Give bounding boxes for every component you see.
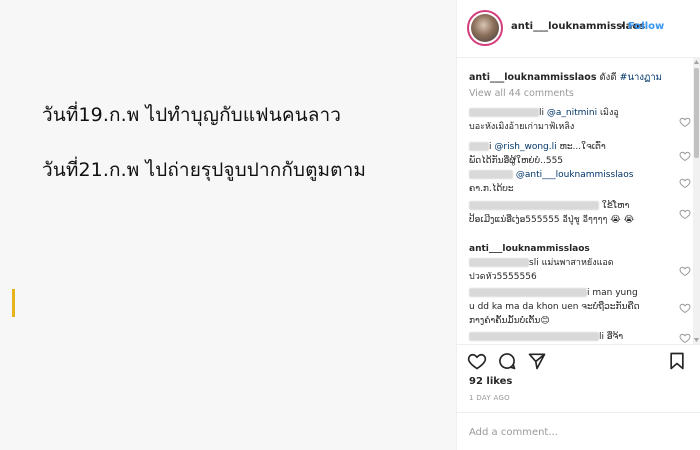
add-comment-input[interactable]: [469, 423, 669, 441]
post-text-line-1: วันที่19.ก.พ ไปทำบุญกับแฟนคนลาว: [42, 104, 341, 126]
blurred-username: [469, 170, 513, 179]
comment-text: ພັດໄດ້ກັນອີ່ຜູ້ໃຫຍ່ບໍ..555: [469, 156, 564, 166]
comment-bubble-icon[interactable]: [497, 351, 517, 371]
caption-hashtag[interactable]: #นางฏาม: [620, 72, 662, 83]
comments-scrollbar[interactable]: [693, 58, 700, 344]
comment-like-heart-icon[interactable]: [679, 302, 691, 314]
post-text-line-2: วันที่21.ก.พ ไปถ่ายรุปจูบปากกับตูมตาม: [42, 159, 366, 181]
comment-item: ໃຂ້ໂຫາ ປ້ອເມີງແນ່ອີ່ເງ່ອ555555 อีปู่ชู อ…: [469, 201, 635, 225]
separator-dot: •: [620, 21, 626, 32]
comment-item: anti___louknammisslaos sli แม่นพาสาหยังแ…: [469, 244, 614, 282]
post-side-panel: anti___louknammisslaos • Follow anti___l…: [456, 0, 700, 450]
caption-text: ดังดี: [599, 72, 617, 83]
caption: anti___louknammisslaos ดังดี #นางฏาม: [469, 70, 662, 85]
blurred-username: [469, 108, 539, 117]
comment-text: ປ້ອເມີງແນ່ອີ່ເງ່ອ555555 อีปู่ชู อีๆๆๆๆ 😭…: [469, 215, 635, 225]
post-header: anti___louknammisslaos • Follow: [457, 0, 700, 58]
blurred-username: [469, 258, 529, 267]
post-image: วันที่19.ก.พ ไปทำบุญกับแฟนคนลาว วันที่21…: [0, 0, 456, 450]
add-comment-area: [457, 412, 700, 450]
comment-username[interactable]: anti___louknammisslaos: [469, 244, 590, 254]
comment-text: บอะหังเมิงอ้ายเก่ามาฟ้เหลิง: [469, 122, 575, 132]
comments-list[interactable]: anti___louknammisslaos ดังดี #นางฏาม Vie…: [457, 58, 700, 344]
follow-button[interactable]: Follow: [628, 21, 664, 32]
post-timestamp: 1 DAY AGO: [469, 394, 510, 402]
action-bar: [457, 344, 700, 376]
view-all-comments-link[interactable]: View all 44 comments: [469, 88, 574, 99]
like-heart-icon[interactable]: [467, 351, 487, 371]
blurred-username: [469, 332, 599, 341]
comment-item: i man yung u dd ka ma da khon uen ຈະບໍ່ຖ…: [469, 288, 640, 326]
comment-item: i @rish_wong.li ຫະ...ໃຈເຕົ່າ ພັດໄດ້ກັນອີ…: [469, 142, 606, 166]
comment-mention[interactable]: @rish_wong.li: [494, 142, 556, 152]
comment-like-heart-icon[interactable]: [679, 332, 691, 344]
comment-item: @anti___louknammisslaos ຄາ.ກ.ໄດ້ບະ: [469, 168, 665, 196]
comment-like-heart-icon[interactable]: [679, 208, 691, 220]
comment-text: ກາງຄຳຄັ້ນມັ້ນບໍ່ເຕັ້ນ😊: [469, 316, 550, 326]
scroll-up-arrow-icon[interactable]: [693, 58, 700, 66]
comment-like-heart-icon[interactable]: [679, 177, 691, 189]
caption-username[interactable]: anti___louknammisslaos: [469, 72, 596, 83]
share-arrow-icon[interactable]: [527, 351, 547, 371]
scrollbar-thumb[interactable]: [694, 68, 699, 158]
scroll-down-arrow-icon[interactable]: [693, 336, 700, 344]
likes-count[interactable]: 92 likes: [469, 376, 512, 387]
comment-mention[interactable]: @a_nitmini: [547, 108, 597, 118]
comment-like-heart-icon[interactable]: [679, 265, 691, 277]
comment-text: ຄາ.ກ.ໄດ້ບະ: [469, 184, 514, 194]
comment-text: ปวดหัว5555556: [469, 272, 537, 282]
comment-like-heart-icon[interactable]: [679, 150, 691, 162]
text-cursor-mark: [12, 289, 15, 317]
comment-item: li @a_nitmini เมิงอู บอะหังเมิงอ้ายเก่าม…: [469, 108, 619, 132]
blurred-username: [469, 142, 489, 151]
save-bookmark-icon[interactable]: [667, 351, 687, 371]
comment-item: li ອີ່ຈ້າ: [469, 330, 665, 344]
blurred-username: [469, 288, 587, 297]
avatar[interactable]: [467, 10, 503, 46]
comment-mention[interactable]: @anti___louknammisslaos: [516, 170, 634, 180]
blurred-username: [469, 201, 599, 210]
comment-like-heart-icon[interactable]: [679, 116, 691, 128]
